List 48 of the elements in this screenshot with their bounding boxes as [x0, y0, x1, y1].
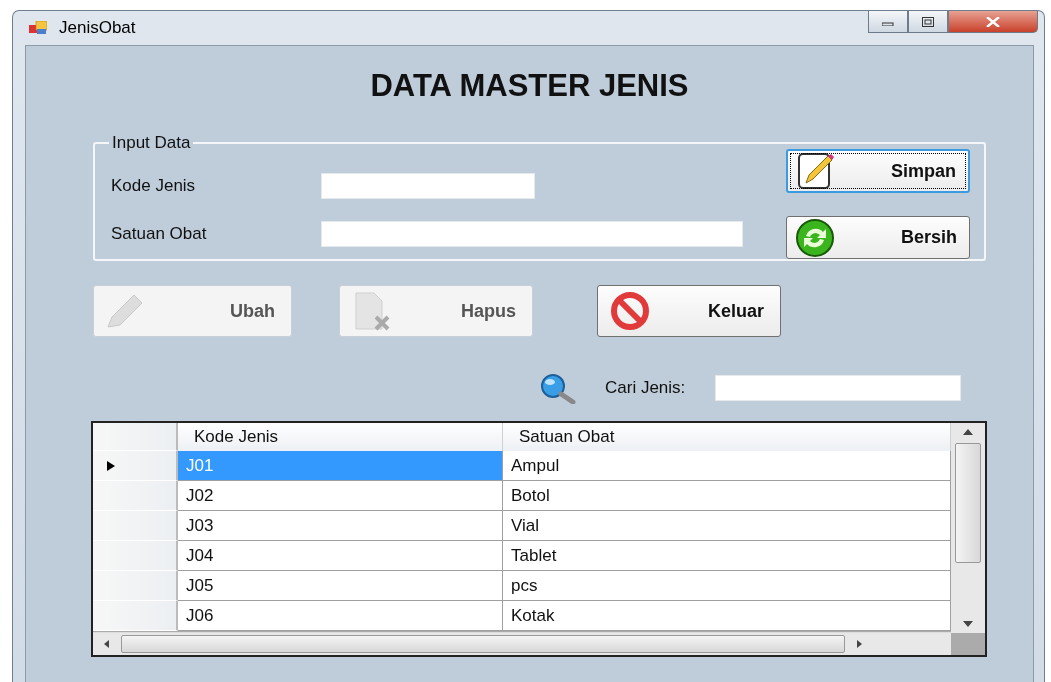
window-title: JenisObat — [59, 18, 136, 38]
group-legend: Input Data — [109, 133, 194, 153]
text-field[interactable] — [321, 221, 743, 247]
scroll-left-icon[interactable] — [103, 640, 111, 648]
table-cell[interactable]: Kotak — [503, 601, 951, 631]
table-cell[interactable]: Ampul — [503, 451, 951, 481]
horizontal-scrollbar[interactable] — [93, 632, 951, 655]
table-cell[interactable]: Tablet — [503, 541, 951, 571]
scroll-right-icon[interactable] — [855, 640, 863, 648]
field-label: Kode Jenis — [111, 176, 197, 196]
maximize-button[interactable] — [908, 11, 948, 33]
pencil-note-icon — [796, 151, 836, 191]
row-header[interactable] — [93, 511, 178, 541]
table-cell[interactable]: pcs — [503, 571, 951, 601]
clear-button[interactable]: Bersih — [786, 216, 970, 259]
table-cell[interactable]: J06 — [178, 601, 503, 631]
row-header[interactable] — [93, 541, 178, 571]
row-header[interactable] — [93, 601, 178, 631]
table-cell[interactable]: J03 — [178, 511, 503, 541]
exit-button[interactable]: Keluar — [597, 285, 781, 337]
column-header[interactable]: Satuan Obat — [503, 423, 951, 451]
row-header[interactable] — [93, 451, 178, 481]
close-button[interactable] — [948, 11, 1038, 33]
field-label: Satuan Obat — [111, 224, 208, 244]
refresh-icon — [795, 217, 835, 258]
document-delete-icon — [352, 291, 392, 331]
close-icon — [986, 16, 1000, 27]
row-header[interactable] — [93, 571, 178, 601]
column-header[interactable]: Kode Jenis — [178, 423, 503, 451]
vertical-scrollbar[interactable] — [951, 423, 985, 633]
table-cell[interactable]: Vial — [503, 511, 951, 541]
grid-corner-header[interactable] — [93, 423, 178, 451]
table-cell[interactable]: J02 — [178, 481, 503, 511]
table-cell[interactable]: J05 — [178, 571, 503, 601]
scroll-down-icon[interactable] — [963, 621, 973, 627]
text-field[interactable] — [321, 173, 535, 199]
row-header[interactable] — [93, 481, 178, 511]
table-cell[interactable]: J04 — [178, 541, 503, 571]
app-icon — [29, 21, 47, 35]
scroll-up-icon[interactable] — [963, 429, 973, 435]
search-field[interactable] — [715, 375, 962, 401]
maximize-icon — [922, 16, 934, 27]
save-button[interactable]: Simpan — [786, 149, 970, 193]
minimize-button[interactable] — [868, 11, 908, 33]
table-cell[interactable]: Botol — [503, 481, 951, 511]
search-label: Cari Jenis: — [605, 378, 686, 398]
form-heading: DATA MASTER JENIS — [369, 68, 690, 105]
no-entry-icon — [610, 291, 650, 331]
